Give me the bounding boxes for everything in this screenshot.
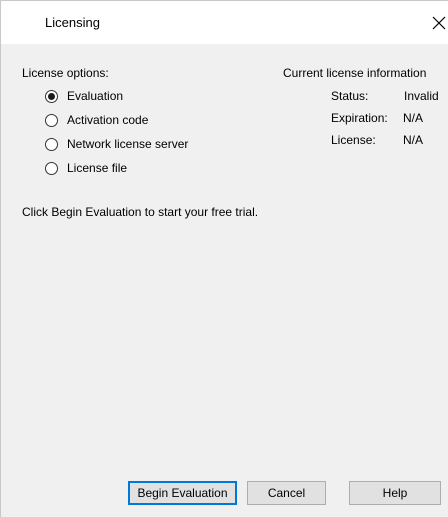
cancel-button[interactable]: Cancel [247, 481, 326, 505]
radio-network-license-server[interactable]: Network license server [45, 135, 188, 153]
instruction-message: Click Begin Evaluation to start your fre… [22, 205, 259, 219]
radio-label: Activation code [67, 113, 149, 127]
expiration-value: N/A [403, 111, 424, 125]
radio-evaluation[interactable]: Evaluation [45, 87, 123, 105]
radio-button-icon [45, 161, 58, 175]
radio-license-file[interactable]: License file [45, 159, 127, 177]
begin-evaluation-button[interactable]: Begin Evaluation [128, 481, 237, 505]
radio-label: Evaluation [67, 89, 124, 103]
title-bar: Licensing [0, 0, 448, 44]
license-info-header: Current license information [283, 66, 427, 80]
status-key: Status: [331, 89, 369, 103]
radio-selected-dot [48, 92, 55, 100]
radio-button-icon [45, 89, 58, 103]
radio-label: Network license server [67, 137, 189, 151]
radio-label: License file [67, 161, 128, 175]
expiration-key: Expiration: [331, 111, 388, 125]
radio-button-icon [45, 137, 58, 151]
dialog-body: License options: Evaluation Activation c… [0, 44, 448, 517]
close-icon[interactable] [429, 13, 448, 33]
help-button[interactable]: Help [349, 481, 441, 505]
status-value: Invalid [404, 89, 439, 103]
license-value: N/A [403, 133, 424, 147]
radio-activation-code[interactable]: Activation code [45, 111, 148, 129]
window-title: Licensing [45, 15, 100, 30]
license-key: License: [331, 133, 376, 147]
radio-button-icon [45, 113, 58, 127]
license-options-label: License options: [22, 66, 109, 80]
